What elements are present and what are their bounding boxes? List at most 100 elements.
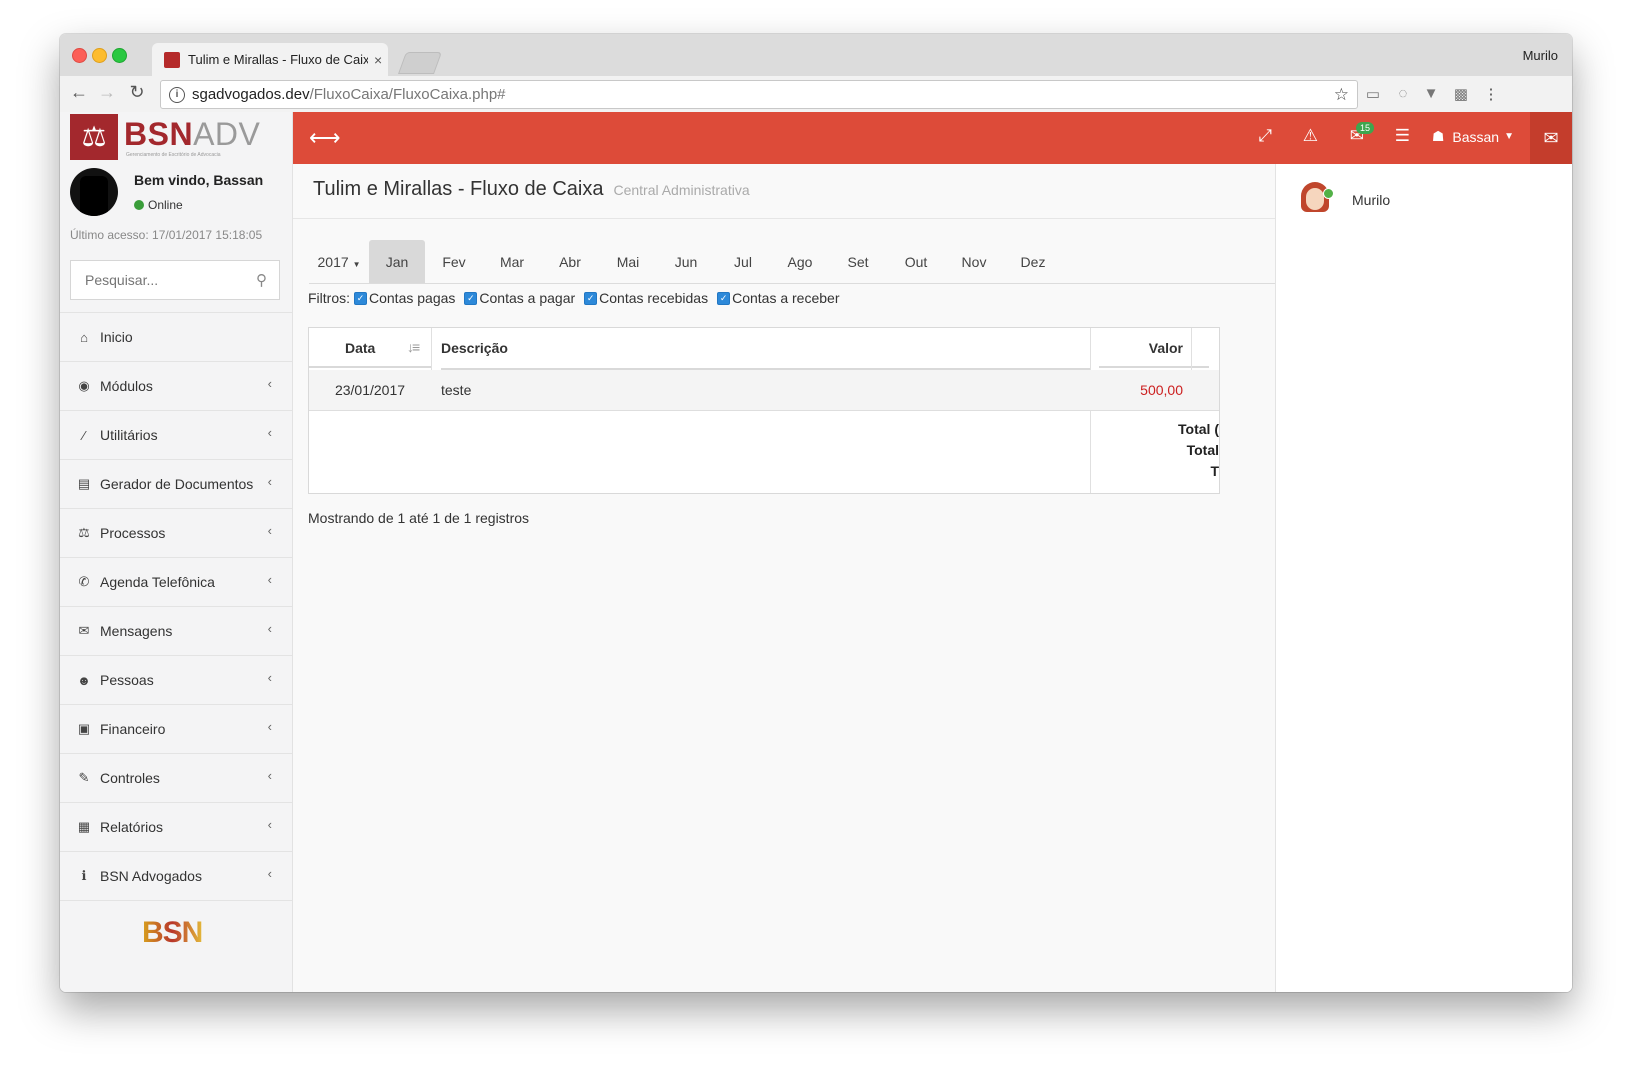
user-menu-dropdown[interactable]: ☗ Bassan ▼ [1432, 128, 1514, 145]
app-container: ⚖ BSNADV Gerenciamento de Escritório de … [60, 112, 1572, 992]
logo-bsn: BSN [124, 116, 194, 152]
tab-title: Tulim e Mirallas - Fluxo de Caixa [188, 52, 368, 67]
filter-label[interactable]: Contas a pagar [479, 290, 575, 306]
tab-jul[interactable]: Jul [715, 240, 771, 284]
sidebar-item-label: Financeiro [100, 721, 166, 737]
sidebar-item-label: Utilitários [100, 427, 158, 443]
online-dot-icon [1323, 188, 1334, 199]
welcome-text: Bem vindo, Bassan [134, 172, 264, 188]
close-window-button[interactable] [72, 48, 87, 63]
tab-jan[interactable]: Jan [369, 240, 425, 284]
extension-circle-icon[interactable]: ◌ [1394, 85, 1412, 103]
filter-label[interactable]: Contas recebidas [599, 290, 708, 306]
month-tabs: 2017 ▼ Jan Fev Mar Abr Mai Jun Jul Ago S… [309, 240, 1063, 284]
sidebar-item-label: Controles [100, 770, 160, 786]
column-header-descricao[interactable]: Descrição [441, 328, 1091, 370]
chevron-left-icon: ‹ [267, 817, 272, 832]
browser-menu-icon[interactable]: ⋮ [1482, 85, 1500, 103]
search-icon[interactable]: ⚲ [256, 271, 267, 289]
new-tab-button[interactable] [397, 52, 443, 74]
sidebar: ⚖ BSNADV Gerenciamento de Escritório de … [60, 112, 293, 992]
warning-icon[interactable]: ⚠ [1303, 126, 1318, 146]
sidebar-item-label: Mensagens [100, 623, 173, 639]
filter-label[interactable]: Contas pagas [369, 290, 455, 306]
address-bar[interactable]: i sgadvogados.dev /FluxoCaixa/FluxoCaixa… [160, 80, 1358, 109]
sidebar-item-label: Agenda Telefônica [100, 574, 215, 590]
reload-icon[interactable]: ↻ [126, 82, 148, 103]
browser-tab[interactable]: Tulim e Mirallas - Fluxo de Caixa × [152, 43, 388, 76]
sidebar-item-label: Gerador de Documentos [100, 476, 254, 492]
extension-shield-icon[interactable]: ▼ [1422, 85, 1440, 103]
tab-ago[interactable]: Ago [771, 240, 829, 284]
chat-toggle-icon[interactable]: ✉ [1530, 112, 1572, 164]
page-subtitle: Central Administrativa [613, 182, 750, 198]
page-title: Tulim e Mirallas - Fluxo de Caixa [313, 178, 604, 200]
filter-label[interactable]: Contas a receber [732, 290, 839, 306]
sidebar-item-mensagens[interactable]: ✉ Mensagens ‹ [60, 606, 292, 655]
tab-dez[interactable]: Dez [1003, 240, 1063, 284]
checkbox-contas-a-pagar[interactable]: ✓ [464, 291, 478, 305]
sort-descending-icon[interactable]: ↓≡ [407, 339, 420, 355]
column-header-valor[interactable]: Valor [1099, 328, 1209, 368]
checkbox-contas-a-receber[interactable]: ✓ [717, 291, 731, 305]
info-icon[interactable]: i [169, 86, 185, 103]
chat-contact[interactable]: Murilo [1298, 182, 1390, 218]
tab-fev[interactable]: Fev [425, 240, 483, 284]
sidebar-item-controles[interactable]: ✎ Controles ‹ [60, 753, 292, 802]
sidebar-item-financeiro[interactable]: ▣ Financeiro ‹ [60, 704, 292, 753]
last-access: Último acesso: 17/01/2017 15:18:05 [70, 228, 263, 242]
sidebar-item-bsn-advogados[interactable]: ℹ BSN Advogados ‹ [60, 851, 292, 901]
main-content: ⟷ ⤢ ⚠ ✉ 15 ☰ ☗ Bassan ▼ ✉ Tulim e Mirall… [293, 112, 1572, 992]
home-icon: ⌂ [80, 329, 88, 345]
magic-wand-icon: ⁄ [82, 427, 86, 443]
sidebar-item-inicio[interactable]: ⌂ Inicio [60, 312, 292, 361]
back-arrow-icon[interactable]: ← [68, 82, 90, 103]
minimize-window-button[interactable] [92, 48, 107, 63]
sidebar-item-pessoas[interactable]: ☻ Pessoas ‹ [60, 655, 292, 704]
cell-descricao: teste [441, 382, 472, 398]
sidebar-item-label: Relatórios [100, 819, 164, 835]
forward-arrow-icon[interactable]: → [96, 82, 118, 103]
avatar [1298, 182, 1334, 218]
chevron-left-icon: ‹ [267, 719, 272, 734]
browser-profile-name[interactable]: Murilo [1523, 48, 1558, 63]
sidebar-item-agenda-telefonica[interactable]: ✆ Agenda Telefônica ‹ [60, 557, 292, 606]
money-icon: ▣ [77, 721, 91, 736]
sidebar-item-utilitarios[interactable]: ⁄ Utilitários ‹ [60, 410, 292, 459]
table-row[interactable]: 23/01/2017 teste 500,00 [309, 370, 1219, 411]
year-dropdown[interactable]: 2017 ▼ [309, 254, 369, 270]
search-input[interactable] [71, 271, 247, 289]
tab-mar[interactable]: Mar [483, 240, 541, 284]
chevron-left-icon: ‹ [267, 474, 272, 489]
scales-logo-icon: ⚖ [70, 114, 118, 160]
sidebar-item-relatorios[interactable]: ▦ Relatórios ‹ [60, 802, 292, 851]
tab-jun[interactable]: Jun [657, 240, 715, 284]
checkbox-contas-pagas[interactable]: ✓ [354, 291, 367, 305]
fullscreen-icon[interactable]: ⤢ [1258, 126, 1272, 146]
online-status: Online [134, 198, 183, 212]
sidebar-item-processos[interactable]: ⚖ Processos ‹ [60, 508, 292, 557]
checkbox-contas-recebidas[interactable]: ✓ [584, 291, 598, 305]
extension-grid-icon[interactable]: ▩ [1452, 85, 1470, 103]
sidebar-toggle-icon[interactable]: ⟷ [309, 125, 341, 151]
tab-nov[interactable]: Nov [945, 240, 1003, 284]
maximize-window-button[interactable] [112, 48, 127, 63]
bookmark-star-icon[interactable]: ☆ [1334, 85, 1349, 105]
sidebar-item-modulos[interactable]: ◉ Módulos ‹ [60, 361, 292, 410]
close-tab-icon[interactable]: × [374, 52, 382, 68]
chevron-left-icon: ‹ [267, 572, 272, 587]
brand-logo[interactable]: BSNADV [124, 116, 260, 153]
table-icon: ▦ [77, 819, 91, 834]
tab-mai[interactable]: Mai [599, 240, 657, 284]
tab-set[interactable]: Set [829, 240, 887, 284]
sidebar-item-gerador-documentos[interactable]: ▤ Gerador de Documentos ‹ [60, 459, 292, 508]
logo-adv: ADV [193, 116, 261, 152]
user-menu-name: Bassan [1452, 128, 1500, 145]
contact-name: Murilo [1352, 192, 1391, 208]
header-divider [293, 218, 1276, 219]
chevron-left-icon: ‹ [267, 425, 272, 440]
cast-icon[interactable]: ▭ [1364, 85, 1382, 103]
tab-abr[interactable]: Abr [541, 240, 599, 284]
tab-out[interactable]: Out [887, 240, 945, 284]
menu-bars-icon[interactable]: ☰ [1395, 126, 1410, 146]
